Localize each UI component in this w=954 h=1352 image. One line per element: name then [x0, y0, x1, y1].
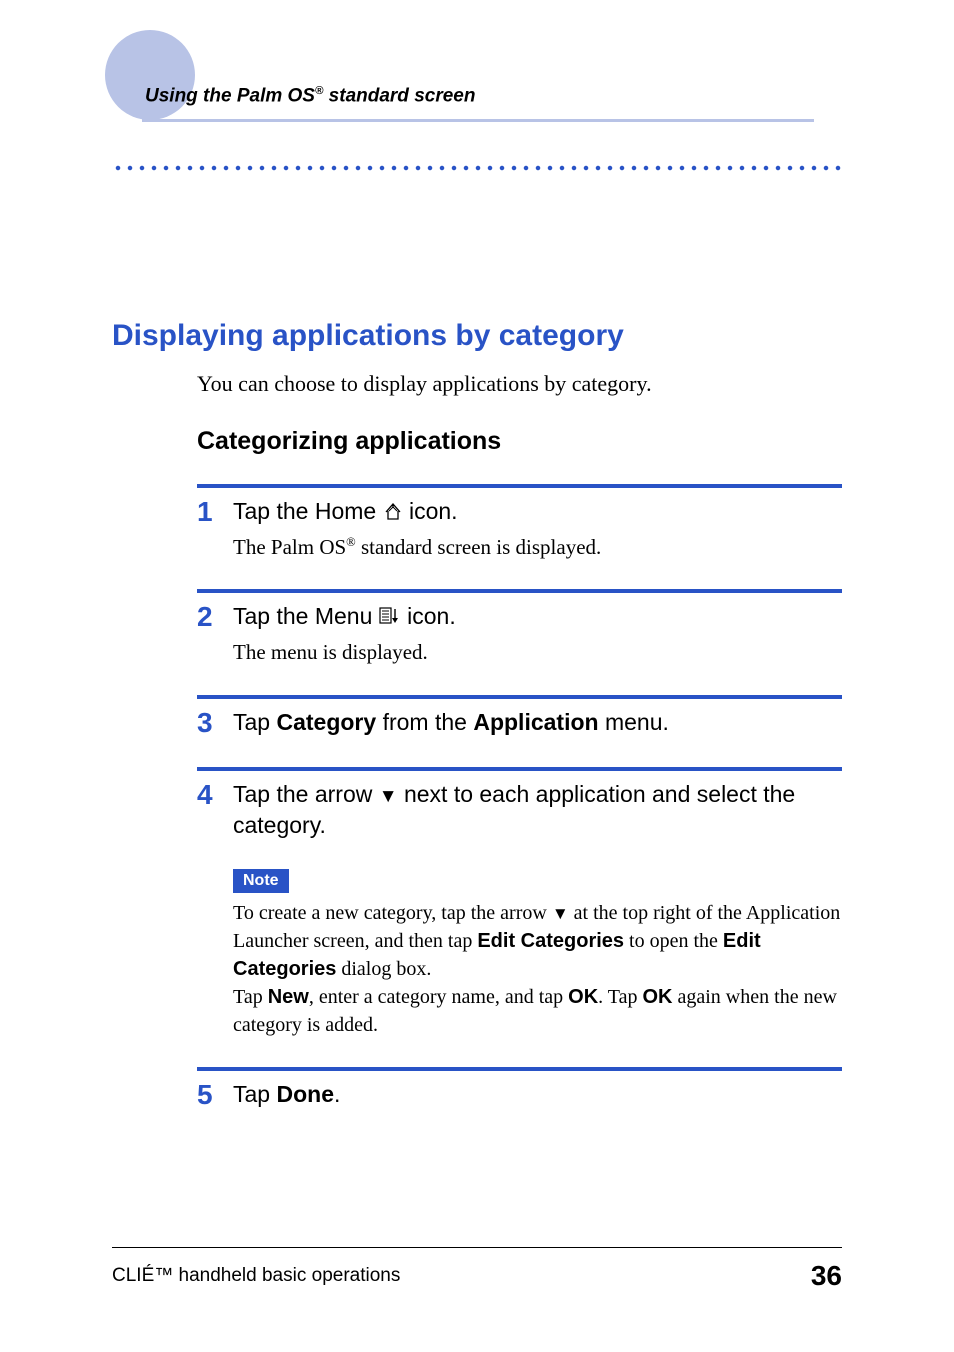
t-bold: Category [276, 709, 376, 735]
step-3: 3 Tap Category from the Application menu… [197, 699, 842, 739]
menu-icon [379, 603, 401, 634]
step-5: 5 Tap Done. [197, 1071, 842, 1111]
t: Tap [233, 1081, 276, 1107]
step-body: Tap the arrow ▼ next to each application… [229, 779, 842, 1039]
t: Tap the arrow [233, 781, 379, 807]
step-number: 3 [197, 707, 229, 739]
intro-text: You can choose to display applications b… [197, 371, 842, 397]
t: Tap [233, 709, 276, 735]
step-number: 4 [197, 779, 229, 811]
down-arrow-icon: ▼ [552, 904, 569, 923]
step-number: 5 [197, 1079, 229, 1111]
page: Using the Palm OS® standard screen Displ… [0, 0, 954, 1352]
header-rule [142, 119, 814, 122]
step-title: Tap the Home icon. [233, 496, 842, 529]
step-body: Tap Done. [229, 1079, 842, 1110]
nt: . Tap [598, 986, 642, 1008]
nt: to open the [624, 930, 723, 952]
step-2: 2 Tap the Menu [197, 593, 842, 666]
step-title-text: icon. [407, 603, 456, 629]
steps-list: 1 Tap the Home icon. The Palm OS® standa… [197, 484, 842, 1111]
t-bold: Done [276, 1081, 334, 1107]
page-number: 36 [811, 1260, 842, 1292]
step-title: Tap Done. [233, 1079, 842, 1110]
step-title-text: Tap the Menu [233, 603, 379, 629]
t: menu. [599, 709, 669, 735]
nt-bold: Edit Categories [477, 930, 624, 952]
nt: , enter a category name, and tap [309, 986, 568, 1008]
section-title: Displaying applications by category [112, 319, 842, 353]
registered-icon: ® [346, 535, 356, 549]
subheading: Categorizing applications [197, 427, 842, 456]
header-suffix: standard screen [323, 85, 475, 106]
step-desc: The menu is displayed. [233, 638, 842, 666]
footer-text: CLIÉ™ handheld basic operations [112, 1265, 400, 1287]
dotted-rule [112, 165, 842, 171]
step-title: Tap Category from the Application menu. [233, 707, 842, 738]
step-number: 2 [197, 601, 229, 633]
step-desc: The Palm OS® standard screen is displaye… [233, 533, 842, 561]
nt-bold: OK [568, 986, 598, 1008]
step-title: Tap the Menu icon. [233, 601, 842, 634]
nt: To create a new category, tap the arrow [233, 902, 552, 924]
step-body: Tap the Menu icon. [229, 601, 842, 666]
step-title-text: Tap the Home [233, 498, 383, 524]
step-title: Tap the arrow ▼ next to each application… [233, 779, 842, 841]
step-body: Tap Category from the Application menu. [229, 707, 842, 738]
nt-bold: New [268, 986, 309, 1008]
down-arrow-icon: ▼ [379, 786, 398, 807]
home-icon [383, 498, 403, 529]
nt: Tap [233, 986, 268, 1008]
footer: CLIÉ™ handheld basic operations 36 [112, 1247, 842, 1292]
step-number: 1 [197, 496, 229, 528]
step-title-text: icon. [409, 498, 458, 524]
breadcrumb-header: Using the Palm OS® standard screen [145, 85, 475, 107]
step-desc-text: The Palm OS [233, 535, 346, 559]
step-desc-text: standard screen is displayed. [356, 535, 602, 559]
header-prefix: Using the Palm OS [145, 85, 315, 106]
t-bold: Application [473, 709, 598, 735]
nt: dialog box. [336, 958, 431, 980]
t: from the [376, 709, 473, 735]
step-1: 1 Tap the Home icon. The Palm OS® standa… [197, 488, 842, 561]
nt-bold: OK [643, 986, 673, 1008]
step-body: Tap the Home icon. The Palm OS® standard… [229, 496, 842, 561]
step-4: 4 Tap the arrow ▼ next to each applicati… [197, 771, 842, 1039]
t: . [334, 1081, 340, 1107]
note-label: Note [233, 869, 289, 893]
note-body: To create a new category, tap the arrow … [233, 899, 842, 1039]
